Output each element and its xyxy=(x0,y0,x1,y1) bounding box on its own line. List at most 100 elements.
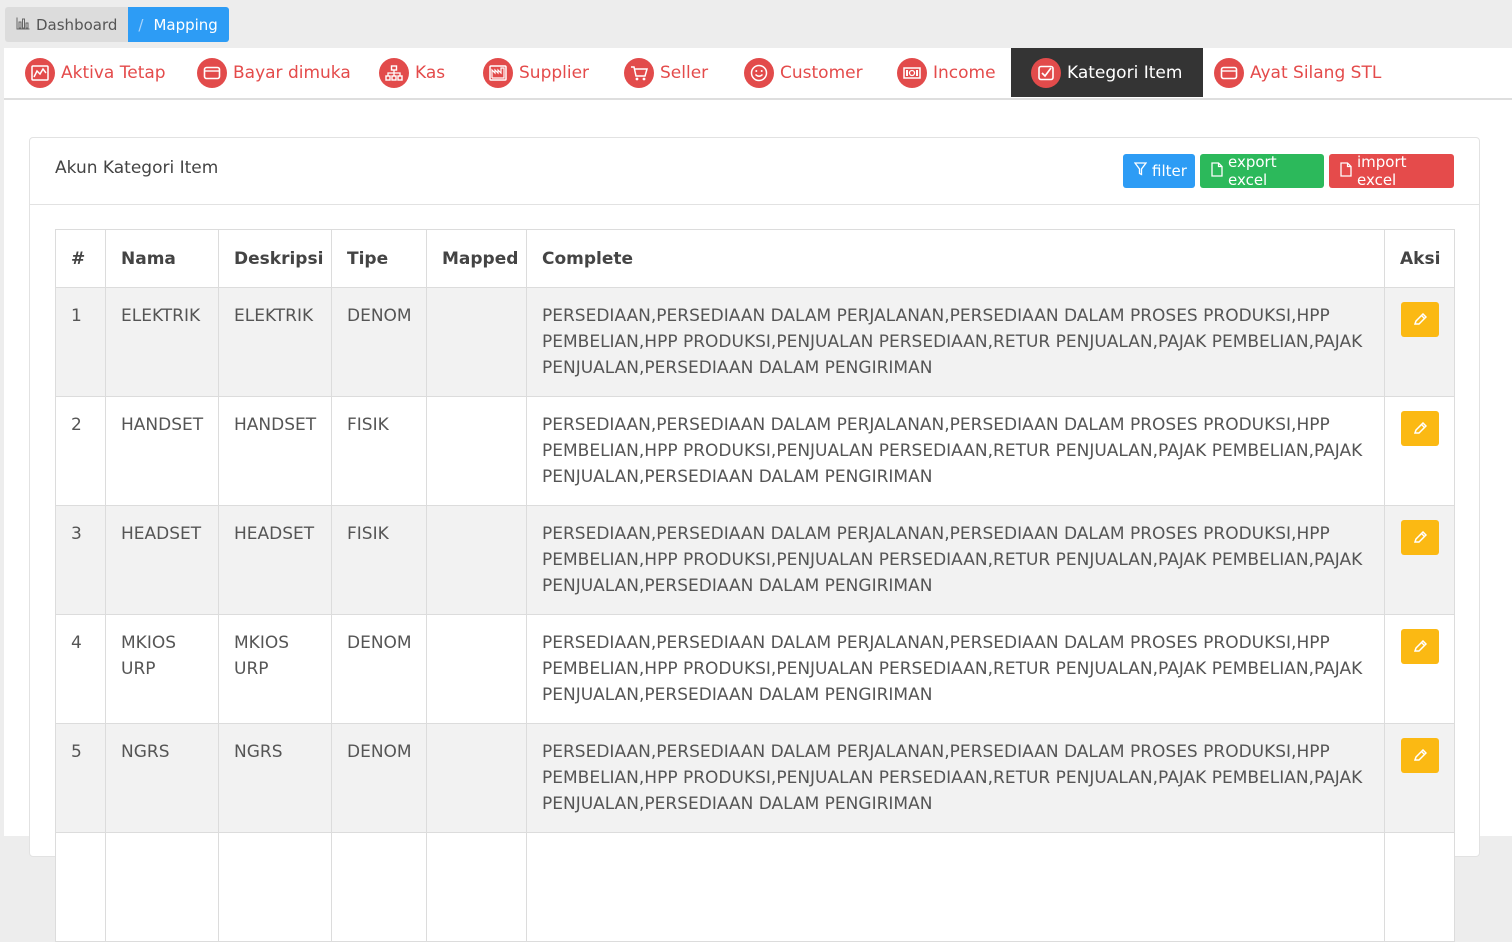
breadcrumb-mapping[interactable]: / Mapping xyxy=(128,7,229,42)
tab-kas[interactable]: Kas xyxy=(379,48,445,97)
breadcrumb-dashboard[interactable]: Dashboard xyxy=(5,7,129,42)
edit-button[interactable] xyxy=(1400,629,1439,664)
tab-income[interactable]: Income xyxy=(897,48,996,97)
filter-button[interactable]: filter xyxy=(1123,154,1195,188)
edit-button[interactable] xyxy=(1400,302,1439,337)
pencil-icon xyxy=(1413,422,1427,434)
content-area: Akun Kategori Item filter export excel i… xyxy=(4,100,1512,942)
tab-label: Seller xyxy=(660,62,709,83)
breadcrumb-separator: / xyxy=(138,15,144,34)
tab-seller[interactable]: Seller xyxy=(624,48,708,97)
cell-complete: PERSEDIAAN,PERSEDIAAN DALAM PERJALANAN,P… xyxy=(526,287,1385,397)
cell-aksi xyxy=(1384,505,1455,615)
export-excel-label: export excel xyxy=(1228,153,1277,189)
import-excel-button[interactable]: import excel xyxy=(1329,153,1454,189)
card-title: Akun Kategori Item xyxy=(55,158,219,178)
cell-no: 3 xyxy=(55,505,106,615)
tab-bayar-dimuka[interactable]: Bayar dimuka xyxy=(197,48,351,97)
cell-nama: HANDSET xyxy=(105,396,219,506)
cell-no: 1 xyxy=(55,287,106,397)
cell-tipe: DENOM xyxy=(331,287,427,397)
tab-label: Aktiva Tetap xyxy=(61,62,166,83)
tab-customer[interactable]: Customer xyxy=(744,48,863,97)
cell-deskripsi: ELEKTRIK xyxy=(218,287,332,397)
cell-mapped xyxy=(426,723,527,833)
card-header: Akun Kategori Item filter export excel i… xyxy=(30,138,1479,205)
wallet-icon xyxy=(197,57,227,88)
column-header-aksi: Aksi xyxy=(1384,229,1455,288)
table-row xyxy=(55,832,1455,942)
column-header-no: # xyxy=(55,229,106,288)
cell-mapped xyxy=(426,505,527,615)
money-icon xyxy=(897,57,927,88)
cell-deskripsi xyxy=(218,832,332,942)
column-header-nama: Nama xyxy=(105,229,219,288)
breadcrumb-mapping-label: Mapping xyxy=(153,15,218,34)
cell-nama: ELEKTRIK xyxy=(105,287,219,397)
import-excel-label: import excel xyxy=(1357,153,1407,189)
cell-mapped xyxy=(426,832,527,942)
cell-aksi xyxy=(1384,832,1455,942)
cell-no: 2 xyxy=(55,396,106,506)
sitemap-icon xyxy=(379,57,409,88)
cell-deskripsi: NGRS xyxy=(218,723,332,833)
bar-chart-icon xyxy=(16,16,30,34)
tab-supplier[interactable]: Supplier xyxy=(483,48,589,97)
pencil-icon xyxy=(1413,313,1427,325)
tab-aktiva-tetap[interactable]: Aktiva Tetap xyxy=(25,48,166,97)
cell-tipe: DENOM xyxy=(331,723,427,833)
table-row: 4 MKIOS URP MKIOS URP DENOM PERSEDIAAN,P… xyxy=(55,614,1455,724)
edit-button[interactable] xyxy=(1400,411,1439,446)
cell-deskripsi: HANDSET xyxy=(218,396,332,506)
cell-no: 4 xyxy=(55,614,106,724)
cell-no xyxy=(55,832,106,942)
tab-label: Income xyxy=(933,62,996,83)
table-header-row: # Nama Deskripsi Tipe Mapped Complete Ak… xyxy=(55,229,1455,288)
table-row: 3 HEADSET HEADSET FISIK PERSEDIAAN,PERSE… xyxy=(55,505,1455,615)
chart-icon xyxy=(25,57,55,88)
table-row: 2 HANDSET HANDSET FISIK PERSEDIAAN,PERSE… xyxy=(55,396,1455,506)
cell-aksi xyxy=(1384,396,1455,506)
cell-complete: PERSEDIAAN,PERSEDIAAN DALAM PERJALANAN,P… xyxy=(526,614,1385,724)
cell-nama: MKIOS URP xyxy=(105,614,219,724)
cell-tipe: FISIK xyxy=(331,396,427,506)
export-excel-button[interactable]: export excel xyxy=(1200,153,1324,189)
column-header-deskripsi: Deskripsi xyxy=(218,229,332,288)
kategori-item-table: # Nama Deskripsi Tipe Mapped Complete Ak… xyxy=(55,229,1455,942)
edit-button[interactable] xyxy=(1400,520,1439,555)
cell-aksi xyxy=(1384,614,1455,724)
cell-tipe: FISIK xyxy=(331,505,427,615)
tab-label: Supplier xyxy=(519,62,590,83)
cell-complete: PERSEDIAAN,PERSEDIAAN DALAM PERJALANAN,P… xyxy=(526,396,1385,506)
tab-label: Kas xyxy=(415,62,446,83)
tab-kategori-item[interactable]: Kategori Item xyxy=(1011,48,1204,97)
filter-icon xyxy=(1133,162,1152,180)
tab-label: Kategori Item xyxy=(1067,62,1183,83)
column-header-tipe: Tipe xyxy=(331,229,427,288)
cell-aksi xyxy=(1384,287,1455,397)
breadcrumb-dashboard-label: Dashboard xyxy=(36,15,118,34)
tab-label: Customer xyxy=(780,62,863,83)
cell-mapped xyxy=(426,287,527,397)
cell-mapped xyxy=(426,396,527,506)
cell-deskripsi: HEADSET xyxy=(218,505,332,615)
table-row: 5 NGRS NGRS DENOM PERSEDIAAN,PERSEDIAAN … xyxy=(55,723,1455,833)
tab-ayat-silang-stl[interactable]: Ayat Silang STL xyxy=(1214,48,1381,97)
cell-complete xyxy=(526,832,1385,942)
cell-mapped xyxy=(426,614,527,724)
wallet-icon xyxy=(1214,57,1244,88)
cell-nama: NGRS xyxy=(105,723,219,833)
cell-deskripsi: MKIOS URP xyxy=(218,614,332,724)
tab-label: Ayat Silang STL xyxy=(1250,62,1382,83)
cell-nama xyxy=(105,832,219,942)
column-header-complete: Complete xyxy=(526,229,1385,288)
edit-button[interactable] xyxy=(1400,738,1439,773)
file-icon xyxy=(1340,161,1357,181)
cell-tipe xyxy=(331,832,427,942)
filter-button-label: filter xyxy=(1152,162,1187,180)
cell-tipe: DENOM xyxy=(331,614,427,724)
cell-no: 5 xyxy=(55,723,106,833)
table-row: 1 ELEKTRIK ELEKTRIK DENOM PERSEDIAAN,PER… xyxy=(55,287,1455,397)
checkbox-icon xyxy=(1031,57,1061,88)
factory-icon xyxy=(483,57,513,88)
